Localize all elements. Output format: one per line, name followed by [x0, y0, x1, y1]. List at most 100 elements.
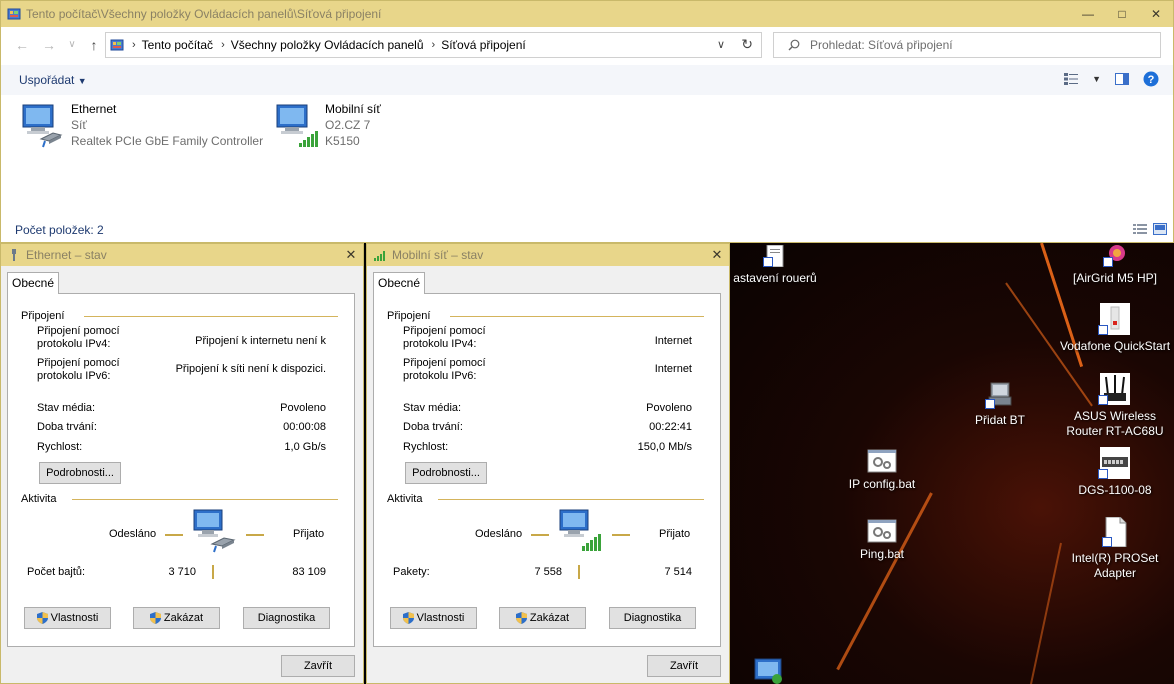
address-dropdown-icon[interactable]: ∨ [717, 38, 725, 51]
activity-divider [578, 565, 580, 579]
svg-text:?: ? [1148, 74, 1155, 86]
refresh-icon[interactable]: ↻ [741, 36, 753, 53]
shortcut-arrow-icon [1098, 469, 1108, 479]
desktop-icon-dgs-switch[interactable]: DGS-1100-08 [1056, 447, 1174, 498]
desktop-icon-asus-router[interactable]: ASUS Wireless Router RT-AC68U [1056, 373, 1174, 439]
desktop-icon-label: astavení rouerů [733, 271, 817, 285]
dialog-titlebar[interactable]: Mobilní síť – stav ✕ [367, 244, 729, 266]
desktop-icon-add-bt[interactable]: Přidat BT [962, 381, 1038, 428]
up-arrow-icon[interactable]: ↑ [83, 35, 105, 55]
address-bar[interactable]: › Tento počítač › Všechny položky Ovláda… [105, 32, 762, 58]
desktop-icon-router-settings[interactable]: astavení rouerů [730, 244, 820, 286]
properties-label: Vlastnosti [50, 612, 99, 624]
minimize-button[interactable]: — [1071, 1, 1105, 27]
connection-status: Síť [71, 118, 87, 132]
ipv6-value: Připojení k síti není k dispozici. [175, 363, 326, 375]
connection-status: O2.CZ 7 [325, 118, 371, 132]
mobile-connection-item[interactable]: Mobilní síť O2.CZ 7 K5150 [273, 101, 381, 151]
signal-small-icon [374, 251, 385, 261]
recent-chevron-icon[interactable]: ∨ [61, 35, 83, 55]
ipv4-label: Připojení pomocí protokolu IPv4: [403, 325, 486, 350]
disable-label: Zakázat [529, 612, 570, 624]
navigation-bar: ← → ∨ ↑ › Tento počítač › Všechny položk… [1, 29, 1173, 61]
dialog-close-icon[interactable]: ✕ [705, 244, 729, 266]
ethernet-status-dialog: Ethernet – stav ✕ Obecné Připojení Připo… [0, 243, 364, 684]
wallpaper-streak [1026, 542, 1062, 684]
batch-file-icon [867, 519, 897, 543]
forward-arrow-icon[interactable]: → [38, 35, 60, 55]
view-dropdown-icon[interactable]: ▼ [1092, 74, 1101, 84]
received-label: Přijato [293, 528, 325, 540]
tab-general[interactable]: Obecné [7, 272, 59, 294]
view-options-icon[interactable] [1064, 73, 1079, 85]
desktop-icon-vodafone[interactable]: Vodafone QuickStart [1056, 303, 1174, 354]
details-view-icon[interactable] [1133, 223, 1147, 235]
desktop-icon-ping[interactable]: Ping.bat [834, 519, 930, 562]
back-arrow-icon[interactable]: ← [11, 35, 33, 55]
section-divider [450, 316, 704, 317]
speed-label: Rychlost: [403, 441, 449, 453]
connection-device: Realtek PCIe GbE Family Controller [71, 134, 264, 148]
preview-pane-icon[interactable] [1115, 73, 1129, 85]
help-icon[interactable]: ? [1143, 71, 1159, 87]
tab-general[interactable]: Obecné [373, 272, 425, 294]
shortcut-arrow-icon [1102, 537, 1112, 547]
breadcrumb-network-connections[interactable]: Síťová připojení [441, 38, 526, 52]
large-icons-view-icon[interactable] [1153, 223, 1167, 235]
connections-list: Ethernet Síť Realtek PCIe GbE Family Con… [1, 101, 1173, 211]
close-button[interactable]: ✕ [1139, 1, 1173, 27]
shortcut-arrow-icon [1098, 325, 1108, 335]
properties-label: Vlastnosti [416, 612, 465, 624]
shield-icon [36, 612, 48, 624]
dialog-close-button[interactable]: Zavřít [281, 655, 355, 677]
sent-label: Odesláno [475, 528, 523, 540]
diagnose-button[interactable]: Diagnostika [243, 607, 330, 629]
section-divider [84, 316, 338, 317]
shortcut-arrow-icon [985, 399, 995, 409]
batch-file-icon [867, 449, 897, 473]
desktop-icon-network[interactable] [748, 657, 788, 684]
disable-button[interactable]: Zakázat [133, 607, 220, 629]
breadcrumb-chevron-icon[interactable]: › [432, 39, 436, 51]
dialog-titlebar[interactable]: Ethernet – stav ✕ [1, 244, 363, 266]
shield-icon [402, 612, 414, 624]
search-box[interactable]: Prohledat: Síťová připojení [773, 32, 1161, 58]
mobile-status-dialog: Mobilní síť – stav ✕ Obecné Připojení Př… [366, 243, 730, 684]
diagnose-button[interactable]: Diagnostika [609, 607, 696, 629]
breadcrumb-control-panel[interactable]: Všechny položky Ovládacích panelů [231, 38, 424, 52]
breadcrumb-this-pc[interactable]: Tento počítač [142, 38, 213, 52]
properties-button[interactable]: Vlastnosti [390, 607, 477, 629]
ipv6-value: Internet [654, 363, 692, 375]
desktop: astavení rouerů [AirGrid M5 HP] Vodafone… [730, 243, 1174, 684]
breadcrumb-chevron-icon[interactable]: › [132, 39, 136, 51]
item-count: Počet položek: 2 [15, 223, 104, 237]
mobile-broadband-icon [276, 104, 318, 147]
received-packets-value: 7 514 [664, 566, 692, 578]
desktop-icon-intel-proset[interactable]: Intel(R) PROSet Adapter [1060, 516, 1170, 581]
maximize-button[interactable]: □ [1105, 1, 1139, 27]
organize-menu[interactable]: Uspořádat ▼ [19, 73, 87, 87]
duration-value: 00:22:41 [649, 421, 692, 433]
dialog-close-icon[interactable]: ✕ [339, 244, 363, 266]
media-state-label: Stav média: [37, 402, 96, 414]
media-state-value: Povoleno [280, 402, 326, 414]
activity-line [246, 534, 264, 536]
desktop-icon-ipconfig[interactable]: IP config.bat [834, 449, 930, 492]
dialog-close-button[interactable]: Zavřít [647, 655, 721, 677]
ethernet-connection-item[interactable]: Ethernet Síť Realtek PCIe GbE Family Con… [19, 101, 263, 151]
breadcrumb-chevron-icon[interactable]: › [221, 39, 225, 51]
desktop-icon-label: Přidat BT [974, 413, 1025, 427]
ipv4-label: Připojení pomocí protokolu IPv4: [37, 325, 120, 350]
control-panel-icon [7, 8, 21, 20]
details-button[interactable]: Podrobnosti... [39, 462, 121, 484]
desktop-icon-airgrid[interactable]: [AirGrid M5 HP] [1060, 245, 1170, 286]
search-input[interactable]: Prohledat: Síťová připojení [810, 38, 953, 52]
details-button[interactable]: Podrobnosti... [405, 462, 487, 484]
connection-device: K5150 [325, 134, 360, 148]
speed-label: Rychlost: [37, 441, 83, 453]
command-bar: Uspořádat ▼ ▼ ? [1, 65, 1173, 95]
section-divider [438, 499, 704, 500]
explorer-titlebar[interactable]: Tento počítač\Všechny položky Ovládacích… [1, 1, 1173, 27]
disable-button[interactable]: Zakázat [499, 607, 586, 629]
properties-button[interactable]: Vlastnosti [24, 607, 111, 629]
